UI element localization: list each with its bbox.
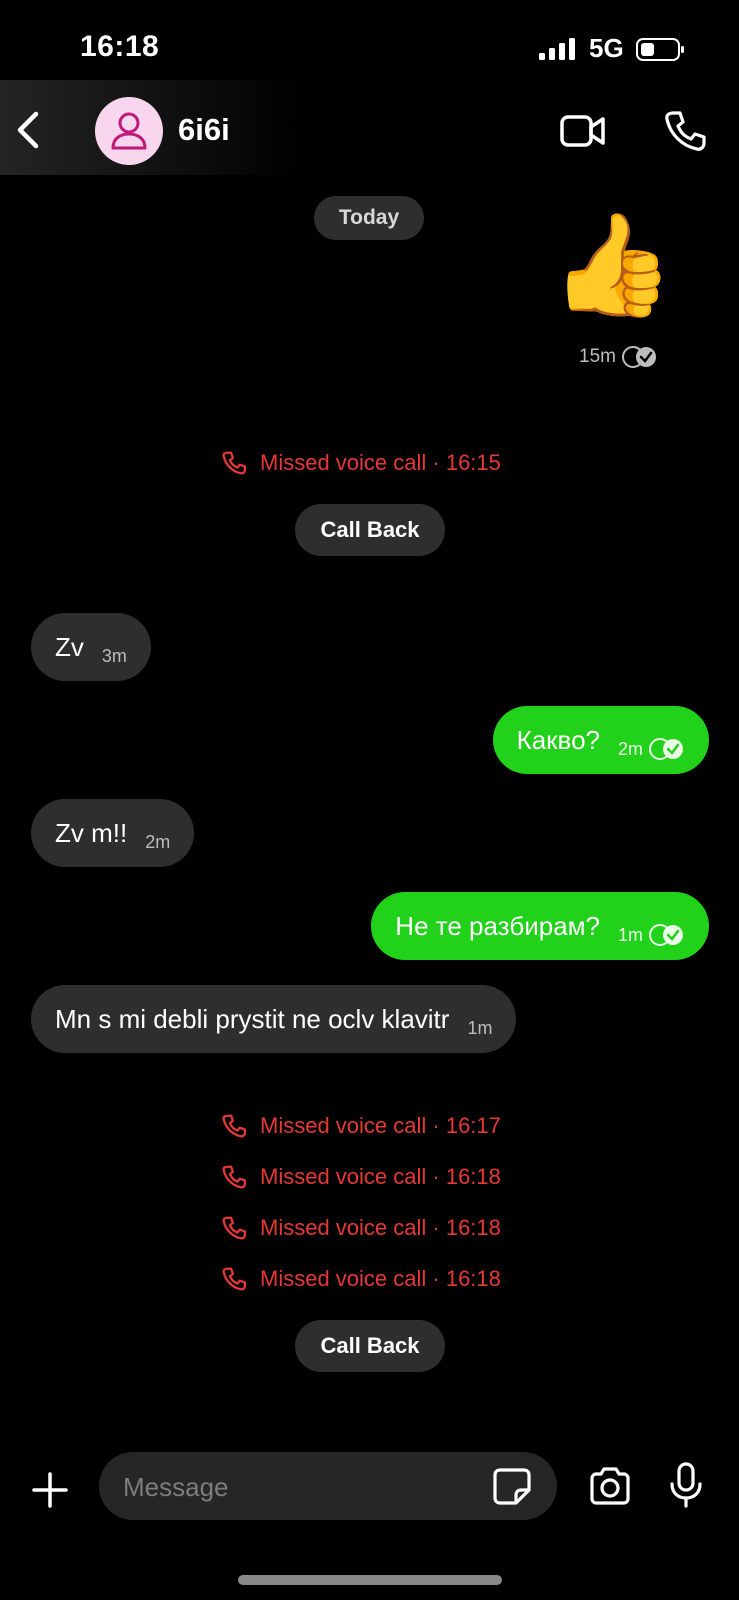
call-back-button[interactable]: Call Back	[295, 1320, 445, 1372]
missed-call-text: Missed voice call · 16:15	[260, 450, 501, 475]
message-time: 15m	[579, 346, 616, 367]
message-bubble-incoming[interactable]: Zv m!! 2m	[31, 799, 195, 867]
missed-call-text: Missed voice call · 16:18	[260, 1164, 501, 1189]
status-time: 16:18	[80, 30, 160, 63]
avatar[interactable]	[95, 97, 163, 165]
plus-icon[interactable]	[30, 1470, 70, 1510]
signal-icon	[539, 38, 575, 60]
missed-call-text: Missed voice call · 16:17	[260, 1113, 501, 1138]
message-time: 3m	[101, 645, 127, 666]
thumbs-up-emoji[interactable]: 👍	[550, 215, 675, 315]
back-icon[interactable]	[14, 110, 44, 150]
missed-call-notice: Missed voice call · 16:18	[222, 1266, 501, 1292]
missed-call-notice: Missed voice call · 16:15	[222, 450, 501, 476]
message-input[interactable]	[121, 1452, 455, 1522]
contact-name[interactable]: 6i6i	[178, 112, 230, 148]
home-indicator[interactable]	[238, 1575, 502, 1585]
missed-call-notice: Missed voice call · 16:17	[222, 1113, 501, 1139]
thumbs-message-meta: 15m	[579, 346, 658, 368]
message-text: Mn s mi debli prystit ne oclv klavitr	[55, 1003, 450, 1034]
message-text: Zv	[55, 631, 84, 662]
message-time: 1m	[467, 1017, 493, 1038]
message-bubble-outgoing[interactable]: Не те разбирам? 1m	[371, 892, 709, 960]
voice-call-icon[interactable]	[664, 110, 706, 152]
message-composer	[99, 1452, 557, 1522]
missed-call-text: Missed voice call · 16:18	[260, 1215, 501, 1240]
missed-call-icon	[222, 1267, 246, 1291]
missed-call-icon	[222, 1114, 246, 1138]
call-back-button[interactable]: Call Back	[295, 504, 445, 556]
read-receipt-icon	[621, 346, 656, 368]
missed-call-icon	[222, 1216, 246, 1240]
read-receipt-icon	[649, 738, 683, 760]
video-call-icon[interactable]	[560, 112, 606, 150]
message-bubble-incoming[interactable]: Mn s mi debli prystit ne oclv klavitr 1m	[31, 985, 517, 1053]
network-type: 5G	[589, 33, 624, 63]
missed-call-icon	[222, 1165, 246, 1189]
date-chip: Today	[314, 196, 424, 240]
message-bubble-outgoing[interactable]: Какво? 2m	[492, 706, 709, 774]
missed-call-notice: Missed voice call · 16:18	[222, 1164, 501, 1190]
message-time: 1m	[618, 924, 685, 946]
message-time: 2m	[145, 831, 171, 852]
message-text: Zv m!!	[55, 817, 128, 848]
person-icon	[111, 112, 147, 150]
message-time: 2m	[618, 738, 685, 760]
microphone-icon[interactable]	[668, 1462, 704, 1508]
message-text: Какво?	[516, 724, 600, 755]
sticker-icon[interactable]	[492, 1466, 532, 1506]
missed-call-icon	[222, 451, 246, 475]
read-receipt-icon	[649, 924, 683, 946]
missed-call-text: Missed voice call · 16:18	[260, 1266, 501, 1291]
message-text: Не те разбирам?	[395, 910, 600, 941]
missed-call-notice: Missed voice call · 16:18	[222, 1215, 501, 1241]
battery-icon	[636, 38, 684, 61]
camera-icon[interactable]	[588, 1466, 632, 1506]
message-bubble-incoming[interactable]: Zv 3m	[31, 613, 151, 681]
